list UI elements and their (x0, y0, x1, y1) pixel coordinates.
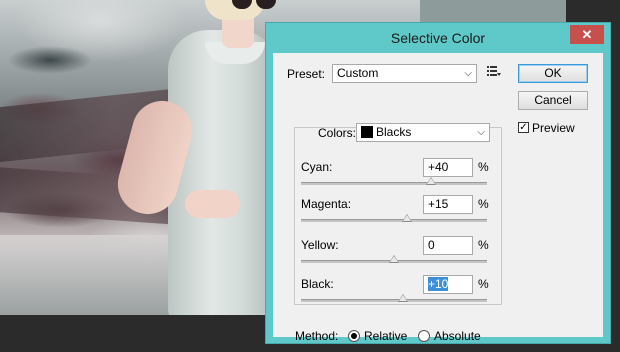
radio-dot (351, 333, 357, 339)
method-relative-radio[interactable] (348, 330, 360, 342)
photo-woman-dress (168, 30, 278, 315)
slider-track[interactable] (301, 219, 487, 222)
close-button[interactable]: ✕ (570, 25, 604, 44)
photo-hand (185, 190, 240, 218)
method-relative-label: Relative (364, 329, 408, 343)
slider-value-input[interactable]: +15 (423, 195, 473, 214)
slider-label: Magenta: (301, 197, 352, 211)
slider-track[interactable] (301, 182, 487, 185)
color-swatch (361, 126, 373, 138)
selective-color-dialog: Selective Color ✕ Preset: Custom ⌵ OK Ca… (265, 22, 611, 344)
slider-track[interactable] (301, 299, 487, 302)
dialog-body: Preset: Custom ⌵ OK Cancel ✓ Preview Col… (273, 53, 603, 343)
percent-unit: % (478, 160, 489, 174)
colors-label: Colors: (318, 126, 357, 140)
percent-unit: % (478, 197, 489, 211)
preview-label: Preview (532, 121, 575, 135)
ok-button[interactable]: OK (518, 64, 588, 83)
slider-thumb[interactable] (389, 255, 399, 263)
slider-value-input[interactable]: +10 (423, 275, 473, 294)
preset-value: Custom (337, 66, 379, 80)
slider-value: 0 (428, 238, 435, 252)
dialog-title: Selective Color (390, 30, 486, 46)
method-absolute-radio[interactable] (418, 330, 430, 342)
slider-thumb[interactable] (402, 214, 413, 222)
slider-value-input[interactable]: 0 (423, 236, 473, 255)
chevron-down-icon: ⌵ (464, 68, 472, 79)
close-icon: ✕ (581, 27, 593, 42)
chevron-down-icon: ⌵ (477, 127, 485, 138)
cancel-button[interactable]: Cancel (518, 91, 588, 110)
preset-select[interactable]: Custom ⌵ (332, 64, 477, 83)
slider-label: Black: (301, 277, 334, 291)
slider-value-input[interactable]: +40 (423, 158, 473, 177)
slider-thumb[interactable] (426, 177, 437, 185)
preset-label: Preset: (287, 67, 326, 81)
method-label: Method: (295, 329, 339, 343)
slider-value: +40 (428, 160, 449, 174)
dialog-titlebar[interactable]: Selective Color ✕ (266, 23, 610, 53)
slider-label: Cyan: (301, 160, 333, 174)
slider-value: +15 (428, 197, 449, 211)
percent-unit: % (478, 238, 489, 252)
slider-thumb[interactable] (398, 294, 409, 302)
preset-options-icon[interactable] (487, 65, 501, 80)
slider-value: +10 (428, 277, 449, 291)
colors-select[interactable]: Blacks ⌵ (356, 123, 490, 142)
percent-unit: % (478, 277, 489, 291)
colors-value: Blacks (376, 125, 412, 139)
method-absolute-label: Absolute (434, 329, 481, 343)
preview-checkbox[interactable]: ✓ (518, 122, 529, 133)
checkmark-icon: ✓ (519, 122, 528, 133)
slider-label: Yellow: (301, 238, 339, 252)
